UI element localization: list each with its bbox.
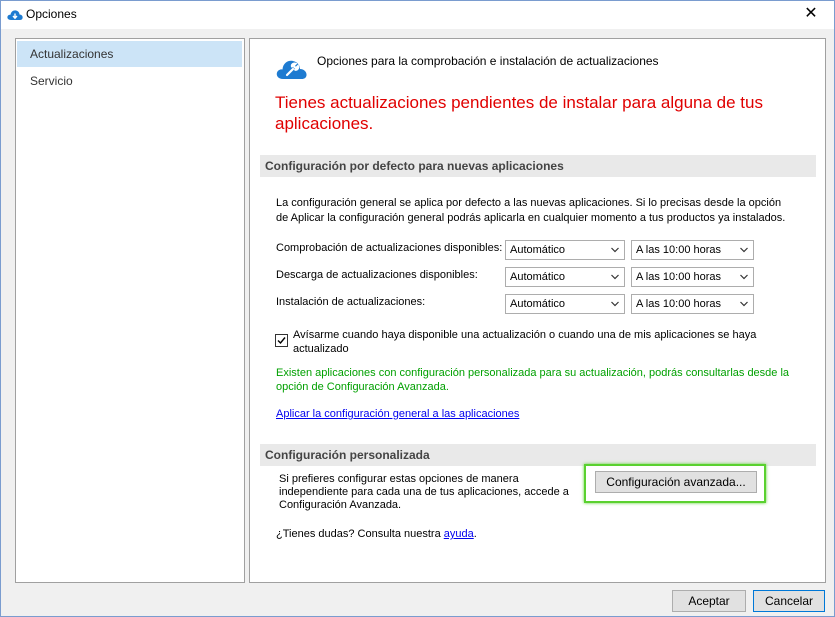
help-prefix: ¿Tienes dudas? Consulta nuestra [276,528,444,540]
custom-config-info: Existen aplicaciones con configuración p… [276,367,790,393]
cloud-wrench-icon [276,60,307,79]
notify-checkbox-label[interactable]: Avísarme cuando haya disponible una actu… [293,328,783,356]
custom-config-section-title: Configuración personalizada [260,444,816,466]
select-value: A las 10:00 horas [636,271,722,283]
panel-header: Opciones para la comprobación e instalac… [317,54,659,68]
chevron-down-icon [611,301,619,307]
help-link[interactable]: ayuda [444,528,474,540]
notify-checkbox[interactable] [275,334,288,347]
apply-general-config-link[interactable]: Aplicar la configuración general a las a… [276,408,519,420]
chevron-down-icon [740,274,748,280]
close-button[interactable]: ✕ [788,1,834,29]
check-updates-time-select[interactable]: A las 10:00 horas [631,240,754,260]
window-title: Opciones [26,7,77,21]
close-icon: ✕ [804,5,818,22]
install-updates-time-select[interactable]: A las 10:00 horas [631,294,754,314]
chevron-down-icon [611,247,619,253]
sidebar-item-label: Actualizaciones [30,47,114,61]
cloud-download-icon [7,10,23,20]
advanced-config-button[interactable]: Configuración avanzada... [595,471,757,493]
select-value: A las 10:00 horas [636,244,722,256]
main-panel: Opciones para la comprobación e instalac… [249,38,826,583]
checkmark-icon [277,337,286,345]
ok-button[interactable]: Aceptar [672,590,746,612]
custom-config-description: Si prefieres configurar estas opciones d… [279,473,569,511]
chevron-down-icon [740,301,748,307]
check-updates-label: Comprobación de actualizaciones disponib… [276,242,503,254]
chevron-down-icon [740,247,748,253]
default-config-section-title: Configuración por defecto para nuevas ap… [260,155,816,177]
options-dialog: Opciones ✕ Actualizaciones Servicio Opci… [0,0,835,617]
pending-updates-warning: Tienes actualizaciones pendientes de ins… [275,93,763,133]
sidebar-item-servicio[interactable]: Servicio [17,68,242,94]
default-config-description: La configuración general se aplica por d… [276,197,786,224]
download-updates-label: Descarga de actualizaciones disponibles: [276,269,478,281]
help-suffix: . [473,528,477,540]
sidebar-item-actualizaciones[interactable]: Actualizaciones [17,41,242,67]
help-line: ¿Tienes dudas? Consulta nuestra ayuda. [276,528,477,540]
sidebar: Actualizaciones Servicio [15,38,245,583]
select-value: A las 10:00 horas [636,298,722,310]
chevron-down-icon [611,274,619,280]
title-bar: Opciones ✕ [1,1,834,29]
download-updates-mode-select[interactable]: Automático [505,267,625,287]
select-value: Automático [510,244,566,256]
sidebar-item-label: Servicio [30,74,73,88]
select-value: Automático [510,298,566,310]
check-updates-mode-select[interactable]: Automático [505,240,625,260]
select-value: Automático [510,271,566,283]
cancel-button[interactable]: Cancelar [753,590,825,612]
install-updates-label: Instalación de actualizaciones: [276,296,426,308]
download-updates-time-select[interactable]: A las 10:00 horas [631,267,754,287]
install-updates-mode-select[interactable]: Automático [505,294,625,314]
